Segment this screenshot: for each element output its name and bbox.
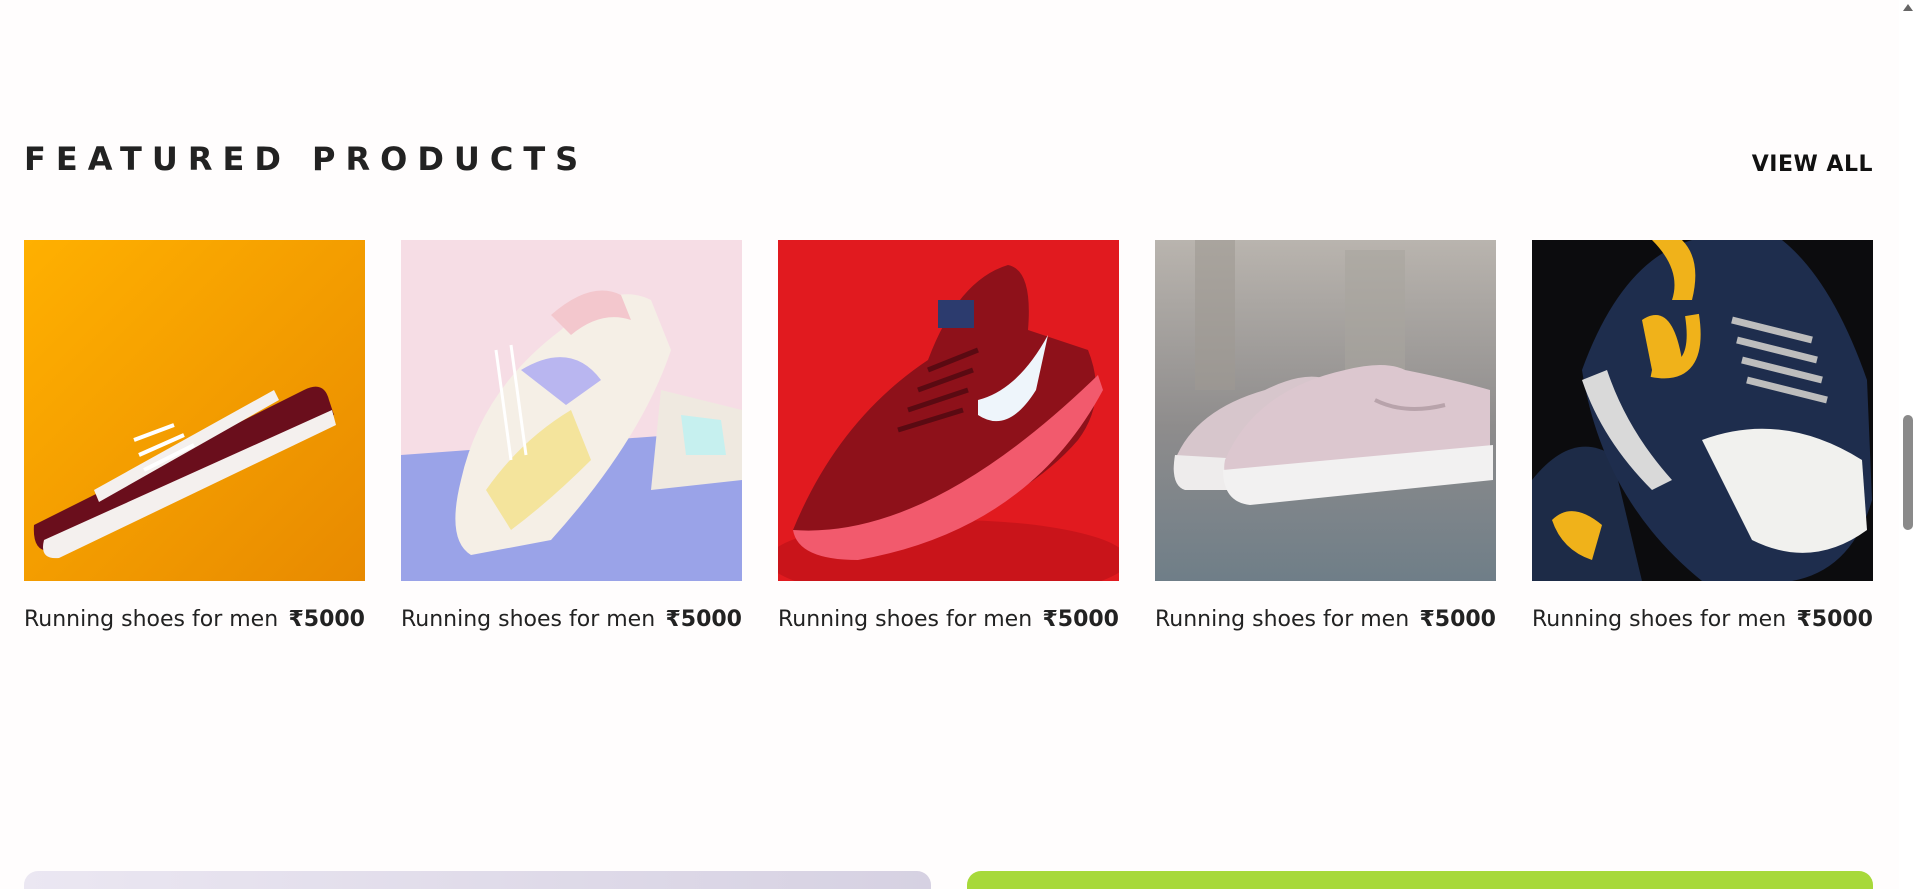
product-price: ₹5000 bbox=[665, 607, 742, 632]
promo-banner-left[interactable] bbox=[24, 871, 931, 889]
product-price: ₹5000 bbox=[1042, 607, 1119, 632]
featured-products-section: FEATURED PRODUCTS VIEW ALL Running shoes… bbox=[24, 0, 1873, 889]
product-image[interactable] bbox=[1532, 240, 1873, 581]
product-card[interactable]: Running shoes for men ₹5000 bbox=[24, 240, 365, 632]
product-card[interactable]: Running shoes for men ₹5000 bbox=[401, 240, 742, 632]
promo-banner-right[interactable] bbox=[967, 871, 1873, 889]
product-list: Running shoes for men ₹5000 Running shoe… bbox=[24, 240, 1873, 640]
product-name[interactable]: Running shoes for men bbox=[778, 607, 1032, 632]
view-all-link[interactable]: VIEW ALL bbox=[1752, 152, 1873, 177]
section-title: FEATURED PRODUCTS bbox=[24, 140, 589, 178]
product-image[interactable] bbox=[778, 240, 1119, 581]
product-price: ₹5000 bbox=[1419, 607, 1496, 632]
vertical-scrollbar[interactable] bbox=[1899, 0, 1917, 889]
product-image[interactable] bbox=[24, 240, 365, 581]
product-image[interactable] bbox=[401, 240, 742, 581]
product-card[interactable]: Running shoes for men ₹5000 bbox=[1155, 240, 1496, 632]
product-name[interactable]: Running shoes for men bbox=[401, 607, 655, 632]
product-card[interactable]: Running shoes for men ₹5000 bbox=[778, 240, 1119, 632]
product-name[interactable]: Running shoes for men bbox=[24, 607, 278, 632]
product-name[interactable]: Running shoes for men bbox=[1155, 607, 1409, 632]
product-card[interactable]: Running shoes for men ₹5000 bbox=[1532, 240, 1873, 632]
scrollbar-thumb[interactable] bbox=[1903, 415, 1913, 530]
product-image[interactable] bbox=[1155, 240, 1496, 581]
scroll-up-arrow-icon[interactable] bbox=[1903, 4, 1913, 11]
product-name[interactable]: Running shoes for men bbox=[1532, 607, 1786, 632]
product-price: ₹5000 bbox=[288, 607, 365, 632]
product-price: ₹5000 bbox=[1796, 607, 1873, 632]
